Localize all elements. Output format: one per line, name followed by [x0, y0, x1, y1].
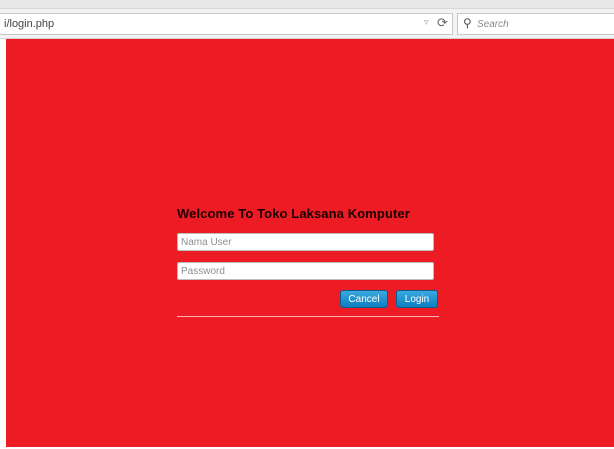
password-field[interactable] [177, 262, 434, 280]
search-input[interactable] [477, 16, 607, 32]
search-icon: ⚲ [463, 16, 472, 30]
browser-toolbar: i/login.php ▿ ⟳ ⚲ [0, 0, 614, 39]
url-text[interactable]: i/login.php [4, 18, 54, 30]
page-title: Welcome To Toko Laksana Komputer [177, 206, 410, 221]
dropdown-arrow-icon[interactable]: ▿ [424, 17, 429, 28]
search-box[interactable]: ⚲ [457, 13, 614, 35]
tab-strip [0, 0, 614, 9]
address-bar[interactable]: i/login.php ▿ ⟳ [0, 13, 453, 35]
form-divider [177, 316, 439, 317]
login-button[interactable]: Login [396, 290, 438, 308]
reload-icon[interactable]: ⟳ [437, 15, 448, 31]
username-field[interactable] [177, 233, 434, 251]
cancel-button[interactable]: Cancel [340, 290, 388, 308]
